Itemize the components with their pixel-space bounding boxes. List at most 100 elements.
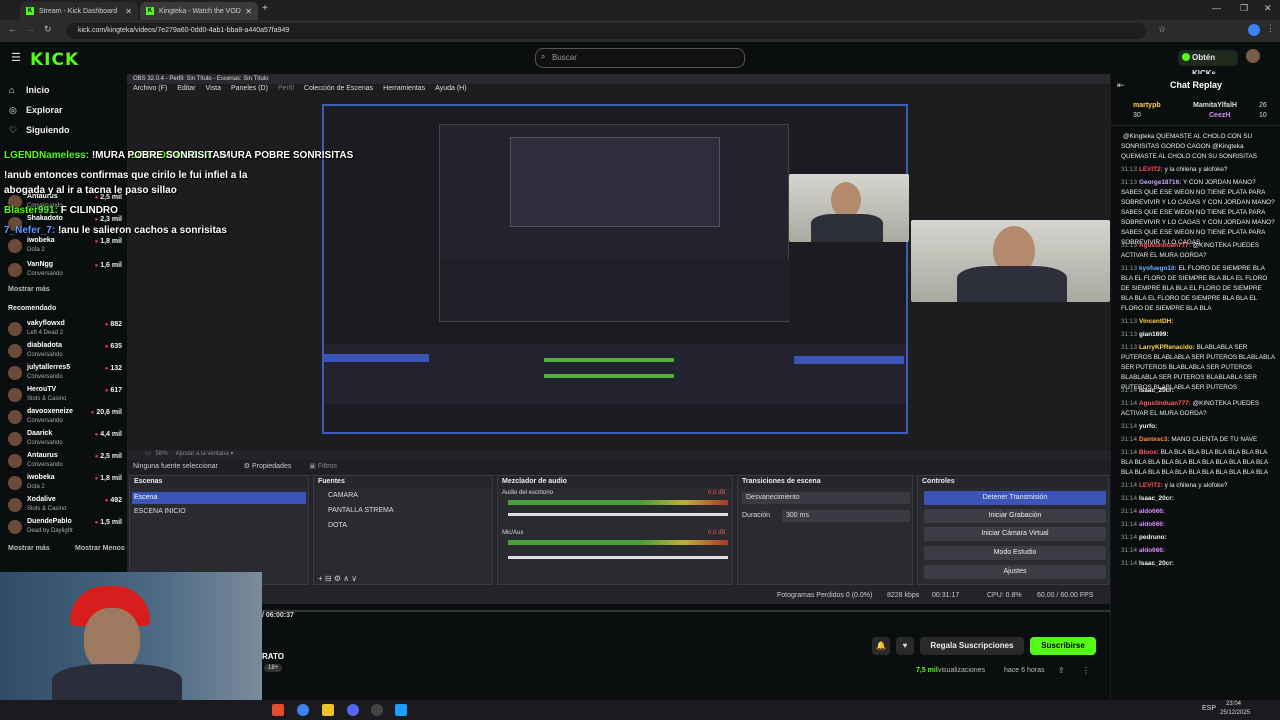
share-icon[interactable]: ⇪ xyxy=(1058,666,1065,675)
chat-message: 31:14 pedruno: xyxy=(1121,534,1167,541)
settings-button[interactable]: Ajustes xyxy=(924,565,1106,579)
volume-slider[interactable] xyxy=(508,513,728,516)
chat-message: 31:13 Agustinduan777: @KINGTEKA PUEDES AC… xyxy=(1121,242,1260,259)
hamburger-menu-icon[interactable]: ☰ xyxy=(11,51,21,64)
chat-message: 31:14 aldo666: xyxy=(1121,547,1165,554)
obs-titlebar: OBS 32.0.4 - Perfil: Sin Título - Escena… xyxy=(127,74,1110,84)
profile-avatar[interactable] xyxy=(1248,24,1260,36)
back-icon[interactable]: ← xyxy=(8,24,17,34)
obs-menu-item[interactable]: Archivo (F) xyxy=(133,85,167,92)
source-item[interactable]: PANTALLA STREMA xyxy=(328,507,393,514)
channel-category: Conversando xyxy=(27,352,63,358)
clock-date[interactable]: 25/12/2025 xyxy=(1220,710,1250,716)
sidebar-channel[interactable]: Antaurus Conversando 2,5 mil xyxy=(8,451,122,473)
filters-button[interactable]: ▣ Filtros xyxy=(309,463,337,470)
source-item[interactable]: CAMARA xyxy=(328,492,358,499)
user-avatar[interactable] xyxy=(1246,49,1260,63)
avatar xyxy=(8,322,22,336)
chrome-icon[interactable] xyxy=(297,704,309,716)
obs-menubar: Archivo (F) Editar Vista Paneles (D) Perfil C… xyxy=(127,85,1110,97)
progress-track[interactable] xyxy=(262,610,1110,612)
stop-streaming-button[interactable]: Detener Transmisión xyxy=(924,491,1106,505)
obs-menu-item[interactable]: Ayuda (H) xyxy=(435,85,466,92)
duration-label: Duración xyxy=(742,512,771,519)
sidebar-channel[interactable]: Xodalive Slots & Casino 492 xyxy=(8,495,122,517)
new-tab-icon[interactable]: + xyxy=(262,3,268,14)
show-more-recommended-link[interactable]: Mostrar más xyxy=(8,545,50,552)
minimize-icon[interactable]: — xyxy=(1212,3,1221,13)
url-field[interactable]: kick.com/kingteka/videos/7e279a60-0dd0-4… xyxy=(66,23,1146,39)
nav-following[interactable]: Siguiendo xyxy=(26,125,70,135)
start-recording-button[interactable]: Iniciar Grabación xyxy=(924,509,1106,523)
nav-home[interactable]: Inicio xyxy=(26,85,50,95)
close-tab-icon[interactable]: ✕ xyxy=(245,7,252,16)
sidebar-channel[interactable]: DuendePablo Dead by Daylight 1,5 mil xyxy=(8,517,122,539)
reload-icon[interactable]: ↻ xyxy=(44,24,52,35)
forward-icon[interactable]: → xyxy=(26,24,35,34)
properties-button[interactable]: ⚙ Propiedades xyxy=(244,463,292,470)
sidebar-channel[interactable]: VanNgg Conversando 1,6 mil xyxy=(8,260,122,282)
file-explorer-icon[interactable] xyxy=(322,704,334,716)
close-tab-icon[interactable]: ✕ xyxy=(125,7,132,16)
gift-subs-button[interactable]: Regala Suscripciones xyxy=(920,637,1024,655)
scene-item[interactable]: ESCENA INICIO xyxy=(134,508,186,515)
maximize-icon[interactable]: ❐ xyxy=(1240,3,1248,14)
channel-category: Conversando xyxy=(27,418,63,424)
compass-icon: ◎ xyxy=(9,105,17,115)
menu-kebab-icon[interactable]: ⋮ xyxy=(1266,23,1275,34)
obs-statusbar: Fotogramas Perdidos 0 (0.0%) 8228 kbps 0… xyxy=(127,590,1110,604)
obs-menu-item[interactable]: Herramientas xyxy=(383,85,425,92)
add-source-icon[interactable]: + ⊟ ⚙ ∧ ∨ xyxy=(318,574,357,583)
sidebar-channel[interactable]: iwobeka Dota 2 1,8 mil xyxy=(8,236,122,258)
obs-menu-item[interactable]: Vista xyxy=(206,85,221,92)
studio-mode-button[interactable]: Modo Estudio xyxy=(924,546,1106,560)
language-indicator[interactable]: ESP xyxy=(1202,705,1216,712)
sidebar-channel[interactable]: HerouTV Slots & Casino 617 xyxy=(8,385,122,407)
brave-browser-icon[interactable] xyxy=(272,704,284,716)
sidebar-channel[interactable]: davooxeneize Conversando 20,6 mil xyxy=(8,407,122,429)
transition-select[interactable]: Desvanecimiento xyxy=(742,492,910,504)
tab-vod[interactable]: K Kingteka - Watch the VOD ✕ xyxy=(140,2,258,20)
obs-icon[interactable] xyxy=(371,704,383,716)
show-less-link[interactable]: Mostrar Menos xyxy=(75,545,125,552)
steam-icon[interactable] xyxy=(395,704,407,716)
virtual-camera-button[interactable]: Iniciar Cámara Virtual xyxy=(924,527,1106,541)
notification-bell-button[interactable]: 🔔 xyxy=(872,637,890,655)
search-input[interactable]: Buscar xyxy=(535,48,745,68)
close-window-icon[interactable]: ✕ xyxy=(1264,3,1272,14)
obs-menu-item[interactable]: Perfil xyxy=(278,85,294,92)
volume-slider[interactable] xyxy=(508,556,728,559)
obs-menu-item[interactable]: Editar xyxy=(177,85,195,92)
video-player[interactable]: OBS 32.0.4 - Perfil: Sin Título - Escena… xyxy=(127,74,1110,604)
obs-menu-item[interactable]: Colección de Escenas xyxy=(304,85,373,92)
more-options-icon[interactable]: ⋮ xyxy=(1082,666,1090,675)
chat-message: 31:14 Dantesc3: MANO CUENTA DE TU NAVE xyxy=(1121,436,1258,443)
avatar xyxy=(8,498,22,512)
nested-obs-preview xyxy=(322,104,908,434)
kick-logo[interactable]: KICK xyxy=(30,50,79,70)
chat-message: 31:14 aldo666: xyxy=(1121,508,1165,515)
duration-input[interactable]: 300 ms xyxy=(782,510,910,522)
sidebar-channel[interactable]: iwobeka Dota 2 1,8 mil xyxy=(8,473,122,495)
obs-menu-item[interactable]: Paneles (D) xyxy=(231,85,268,92)
subscribe-button[interactable]: Suscribirse xyxy=(1030,637,1096,655)
bookmark-star-icon[interactable]: ☆ xyxy=(1158,24,1166,35)
channel-name: DuendePablo xyxy=(27,518,72,525)
channel-name: iwobeka xyxy=(27,237,55,244)
nav-explore[interactable]: Explorar xyxy=(26,105,63,115)
discord-icon[interactable] xyxy=(347,704,359,716)
sidebar-channel[interactable]: Daarick Conversando 4,4 mil xyxy=(8,429,122,451)
clock-time[interactable]: 23:04 xyxy=(1226,701,1241,707)
viewer-count: 635 xyxy=(105,343,122,350)
follow-heart-button[interactable]: ♥ xyxy=(896,637,914,655)
nested-meter xyxy=(544,374,674,378)
sidebar-channel[interactable]: julytallerres5 Conversando 132 xyxy=(8,363,122,385)
show-more-link[interactable]: Mostrar más xyxy=(8,286,50,293)
sidebar-channel[interactable]: vakyflowxd Left 4 Dead 2 882 xyxy=(8,319,122,341)
source-item[interactable]: DOTA xyxy=(328,522,347,529)
webcam-feed-large xyxy=(911,220,1110,302)
tab-dashboard[interactable]: K Stream - Kick Dashboard ✕ xyxy=(20,2,138,20)
scene-item[interactable]: Escena xyxy=(132,492,306,504)
sidebar-channel[interactable]: diabladota Conversando 635 xyxy=(8,341,122,363)
channel-name: diabladota xyxy=(27,342,63,349)
